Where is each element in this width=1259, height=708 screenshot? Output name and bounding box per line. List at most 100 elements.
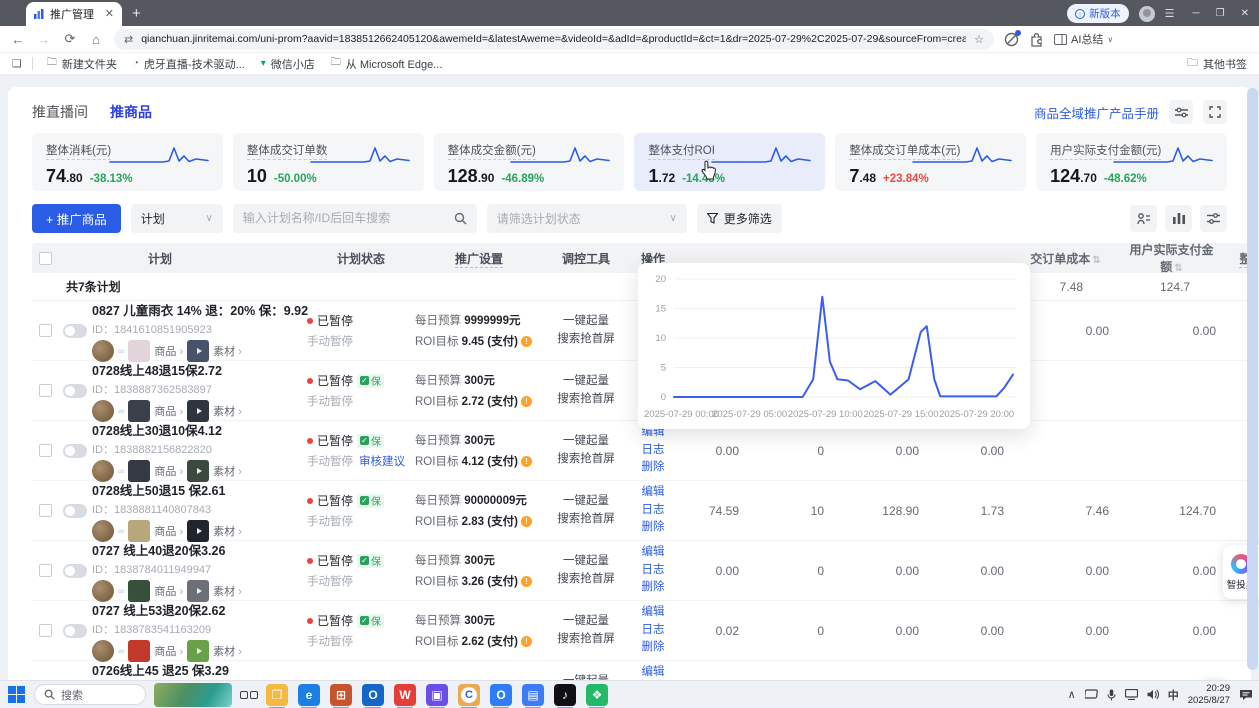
metric-card[interactable]: 整体成交订单数 10 -50.00% (233, 133, 424, 191)
home-icon[interactable]: ⌂ (88, 32, 104, 47)
more-filters-button[interactable]: 更多筛选 (697, 204, 782, 233)
plan-status-select[interactable]: 请筛选计划状态∨ (487, 204, 687, 233)
search-screen-link[interactable]: 搜索抢首屏 (543, 451, 629, 469)
one-click-boost-link[interactable]: 一键起量 (543, 673, 629, 680)
bookmark-item[interactable]: 🗀从 Microsoft Edge... (331, 55, 443, 72)
row-checkbox[interactable] (39, 504, 52, 517)
delete-link[interactable]: 删除 (629, 639, 677, 657)
metric-card[interactable]: 整体消耗(元) 74.80 -38.13% (32, 133, 223, 191)
one-click-boost-link[interactable]: 一键起量 (543, 493, 629, 511)
material-link[interactable]: 素材 (213, 583, 242, 599)
reload-icon[interactable]: ⟳ (62, 31, 78, 47)
edit-link[interactable]: 编辑 (629, 544, 677, 562)
product-link[interactable]: 商品 (154, 523, 183, 539)
row-checkbox[interactable] (39, 624, 52, 637)
one-click-boost-link[interactable]: 一键起量 (543, 613, 629, 631)
edit-link[interactable]: 编辑 (629, 484, 677, 502)
speaker-icon[interactable] (1147, 689, 1159, 700)
plan-type-select[interactable]: 计划∨ (131, 204, 223, 233)
browser-menu-icon[interactable]: ☰ (1165, 7, 1175, 20)
product-link[interactable]: 商品 (154, 403, 183, 419)
touchpad-icon[interactable] (1085, 689, 1098, 700)
search-screen-link[interactable]: 搜索抢首屏 (543, 391, 629, 409)
search-screen-link[interactable]: 搜索抢首屏 (543, 631, 629, 649)
window-close-button[interactable]: ✕ (1241, 9, 1249, 19)
row-toggle[interactable] (63, 324, 87, 338)
product-link[interactable]: 商品 (154, 343, 183, 359)
file-explorer-icon[interactable]: ❐ (266, 684, 288, 706)
outlook-icon[interactable]: O (362, 684, 384, 706)
row-toggle[interactable] (63, 564, 87, 578)
plan-search-input[interactable] (243, 211, 433, 225)
fullscreen-icon[interactable] (1203, 100, 1227, 124)
search-screen-link[interactable]: 搜索抢首屏 (543, 511, 629, 529)
plan-title[interactable]: 0726线上45 退25 保3.29 (92, 664, 229, 678)
ime-indicator[interactable]: 中 (1168, 687, 1179, 703)
one-click-boost-link[interactable]: 一键起量 (543, 553, 629, 571)
info-icon[interactable]: ! (521, 636, 532, 647)
other-bookmarks-button[interactable]: 🗀 其他书签 (1187, 54, 1247, 73)
row-toggle[interactable] (63, 384, 87, 398)
material-thumbnail[interactable] (187, 340, 209, 362)
header-status[interactable]: 计划状态 (307, 250, 415, 267)
info-icon[interactable]: ! (521, 456, 532, 467)
product-link[interactable]: 商品 (154, 583, 183, 599)
material-link[interactable]: 素材 (213, 523, 242, 539)
header-user-paid[interactable]: 用户实际支付金额⇅ (1127, 241, 1234, 275)
extensions-puzzle-icon[interactable] (1029, 32, 1044, 47)
product-thumbnail[interactable] (128, 580, 150, 602)
green-app-icon[interactable]: ❖ (586, 684, 608, 706)
tab-close-icon[interactable]: ✕ (105, 9, 114, 20)
row-toggle[interactable] (63, 504, 87, 518)
plan-title[interactable]: 0827 儿童雨衣 14% 退：20% 保：9.92 (92, 304, 308, 318)
window-minimize-button[interactable]: ─ (1193, 9, 1200, 19)
material-thumbnail[interactable] (187, 520, 209, 542)
plan-title[interactable]: 0727 线上40退20保3.26 (92, 544, 225, 558)
delete-link[interactable]: 删除 (629, 519, 677, 537)
notification-icon[interactable] (1239, 689, 1253, 701)
info-icon[interactable]: ! (521, 576, 532, 587)
vertical-scrollbar[interactable] (1247, 88, 1258, 670)
product-thumbnail[interactable] (128, 520, 150, 542)
info-icon[interactable]: ! (521, 396, 532, 407)
tray-chevron-icon[interactable]: ∧ (1068, 688, 1076, 701)
material-thumbnail[interactable] (187, 580, 209, 602)
new-version-button[interactable]: ↑新版本 (1067, 4, 1129, 23)
header-tools[interactable]: 调控工具 (543, 250, 629, 267)
task-view-button[interactable] (240, 691, 258, 699)
tab-products[interactable]: 推商品 (110, 102, 152, 122)
material-link[interactable]: 素材 (213, 343, 242, 359)
magnifier-icon[interactable] (454, 212, 467, 225)
custom-columns-icon[interactable] (1130, 205, 1157, 232)
metric-card[interactable]: 用户实际支付金额(元) 124.70 -48.62% (1036, 133, 1227, 191)
delete-link[interactable]: 删除 (629, 579, 677, 597)
row-toggle[interactable] (63, 624, 87, 638)
taskbar-search[interactable]: 搜索 (34, 684, 146, 705)
row-checkbox[interactable] (39, 384, 52, 397)
ai-summary-button[interactable]: AI总结 ∨ (1054, 31, 1113, 47)
tab-live-room[interactable]: 推直播间 (32, 102, 88, 122)
product-manual-link[interactable]: 商品全域推广产品手册 (1034, 103, 1159, 122)
url-text[interactable]: qianchuan.jinritemai.com/uni-prom?aavid=… (141, 33, 966, 45)
metric-card[interactable]: 整体成交订单成本(元) 7.48 +23.84% (835, 133, 1026, 191)
row-toggle[interactable] (63, 444, 87, 458)
meeting-icon[interactable]: ▣ (426, 684, 448, 706)
store-icon[interactable]: ⊞ (330, 684, 352, 706)
material-thumbnail[interactable] (187, 640, 209, 662)
row-checkbox[interactable] (39, 324, 52, 337)
settings-sliders-icon[interactable] (1169, 100, 1193, 124)
plan-title[interactable]: 0727 线上53退20保2.62 (92, 604, 225, 618)
taskbar-clock[interactable]: 20:29 2025/8/27 (1188, 683, 1230, 707)
wps-icon[interactable]: W (394, 684, 416, 706)
row-checkbox[interactable] (39, 564, 52, 577)
search-screen-link[interactable]: 搜索抢首屏 (543, 331, 629, 349)
plan-title[interactable]: 0728线上48退15保2.72 (92, 364, 222, 378)
edit-link[interactable]: 编辑 (629, 604, 677, 622)
product-thumbnail[interactable] (128, 460, 150, 482)
one-click-boost-link[interactable]: 一键起量 (543, 373, 629, 391)
material-thumbnail[interactable] (187, 400, 209, 422)
column-chart-icon[interactable] (1165, 205, 1192, 232)
docs-icon[interactable]: ▤ (522, 684, 544, 706)
bookmark-item[interactable]: ▾微信小店 (261, 55, 315, 72)
material-thumbnail[interactable] (187, 460, 209, 482)
